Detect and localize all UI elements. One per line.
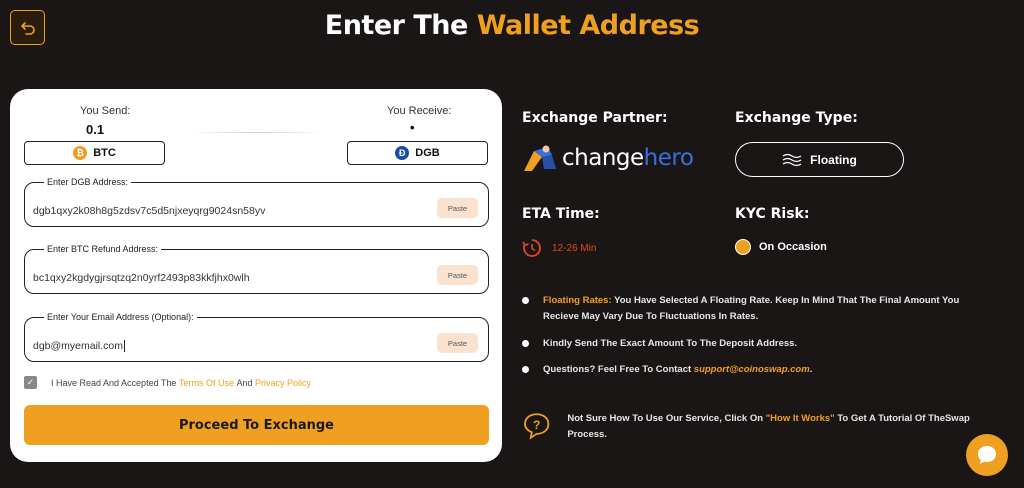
send-coin-selector[interactable]: ₿ BTC [24,141,165,165]
changehero-wordmark: changehero [562,145,694,171]
page-title-accent: Wallet Address [476,10,700,41]
btc-refund-label: Enter BTC Refund Address: [47,244,159,254]
note-contact: Questions? Feel Free To Contact support@… [522,362,997,378]
email-paste-button[interactable]: Paste [437,333,478,353]
you-send-label: You Send: [80,105,131,117]
exchange-partner-label: Exchange Partner: [522,110,668,126]
clock-icon [522,239,541,257]
email-input[interactable]: dgb@myemail.com [33,340,123,352]
terms-of-use-link[interactable]: Terms Of Use [179,378,234,388]
send-amount: 0.1 [86,122,105,137]
email-label: Enter Your Email Address (Optional): [47,312,194,322]
btc-refund-input[interactable]: bc1qxy2kgdygjrsqtzq2n0yrf2493p83kkfjhx0w… [33,272,250,284]
bullet-icon [522,340,529,347]
kyc-value: On Occasion [759,241,827,253]
how-it-works-link[interactable]: "How It Works" [766,413,835,424]
eta-label: ETA Time: [522,206,600,222]
checkmark-icon: ✓ [26,377,35,387]
note-3-end: . [809,364,813,375]
support-email-link[interactable]: support@coinoswap.com [694,364,810,375]
eta-value: 12-26 Min [552,242,597,254]
you-receive-label: You Receive: [387,105,452,117]
btc-refund-address-field[interactable]: Enter BTC Refund Address: bc1qxy2kgdygjr… [24,244,489,294]
digibyte-icon: Ð [395,146,410,160]
page-title: Enter The Wallet Address [0,10,1024,41]
changehero-logo: changehero [522,143,694,173]
dgb-address-label: Enter DGB Address: [47,177,129,187]
exchange-type-button[interactable]: Floating [735,142,904,177]
terms-and: And [236,377,253,388]
chat-button[interactable] [966,434,1008,476]
proceed-button[interactable]: Proceed To Exchange [24,405,489,445]
note-3-text: Questions? Feel Free To Contact support@… [543,362,812,378]
dgb-address-input[interactable]: dgb1qxy2k08h8g5zdsv7c5d5njxeyqrg9024sn58… [33,205,265,217]
exchange-type-value: Floating [810,152,857,167]
terms-row: ✓ I Have Read And Accepted The Terms Of … [24,376,311,389]
dgb-address-field[interactable]: Enter DGB Address: dgb1qxy2k08h8g5zdsv7c… [24,177,489,227]
amount-divider [190,132,325,133]
svg-text:?: ? [533,419,540,432]
note-exact-amount: Kindly Send The Exact Amount To The Depo… [522,336,997,352]
kyc-status-dot [735,239,751,255]
eta-row: 12-26 Min [522,238,596,258]
partner-name-b: hero [643,145,694,171]
waves-icon [782,153,802,166]
note-2-body: Kindly Send The Exact Amount To The Depo… [543,338,798,349]
changehero-mascot-icon [524,145,556,171]
receive-amount: • [410,120,415,135]
note-floating-rates: Floating Rates: You Have Selected A Floa… [522,293,997,325]
kyc-risk-label: KYC Risk: [735,206,810,222]
receive-coin-selector[interactable]: Ð DGB [347,141,488,165]
btc-refund-paste-button[interactable]: Paste [437,265,478,285]
kyc-row: On Occasion [735,239,827,255]
how-it-works-text: Not Sure How To Use Our Service, Click O… [567,411,1002,443]
send-coin-label: BTC [93,147,116,159]
text-caret [124,340,126,353]
bitcoin-icon: ₿ [73,146,88,160]
exchange-card: You Send: You Receive: 0.1 • ₿ BTC Ð DGB… [10,89,502,462]
partner-name-a: change [562,145,644,171]
privacy-policy-link[interactable]: Privacy Policy [255,378,311,388]
email-field[interactable]: Enter Your Email Address (Optional): dgb… [24,312,489,362]
chat-bubble-icon [978,446,996,464]
receive-coin-label: DGB [415,147,440,159]
note-1-text: Floating Rates: You Have Selected A Floa… [543,293,997,325]
terms-checkbox[interactable]: ✓ [24,376,37,389]
page-title-prefix: Enter The [324,10,469,41]
email-input-wrap[interactable]: dgb@myemail.com [33,340,126,353]
note-3-body: Questions? Feel Free To Contact [543,364,692,375]
note-1-highlight: Floating Rates: [543,295,612,306]
terms-prefix: I Have Read And Accepted The [51,377,177,388]
how-it-works-prefix: Not Sure How To Use Our Service, Click O… [567,413,764,424]
bullet-icon [522,366,529,373]
exchange-type-label: Exchange Type: [735,110,858,126]
bullet-icon [522,297,529,304]
how-it-works-note: ? Not Sure How To Use Our Service, Click… [522,411,1002,443]
dgb-paste-button[interactable]: Paste [437,198,478,218]
question-bubble-icon: ? [524,413,550,440]
